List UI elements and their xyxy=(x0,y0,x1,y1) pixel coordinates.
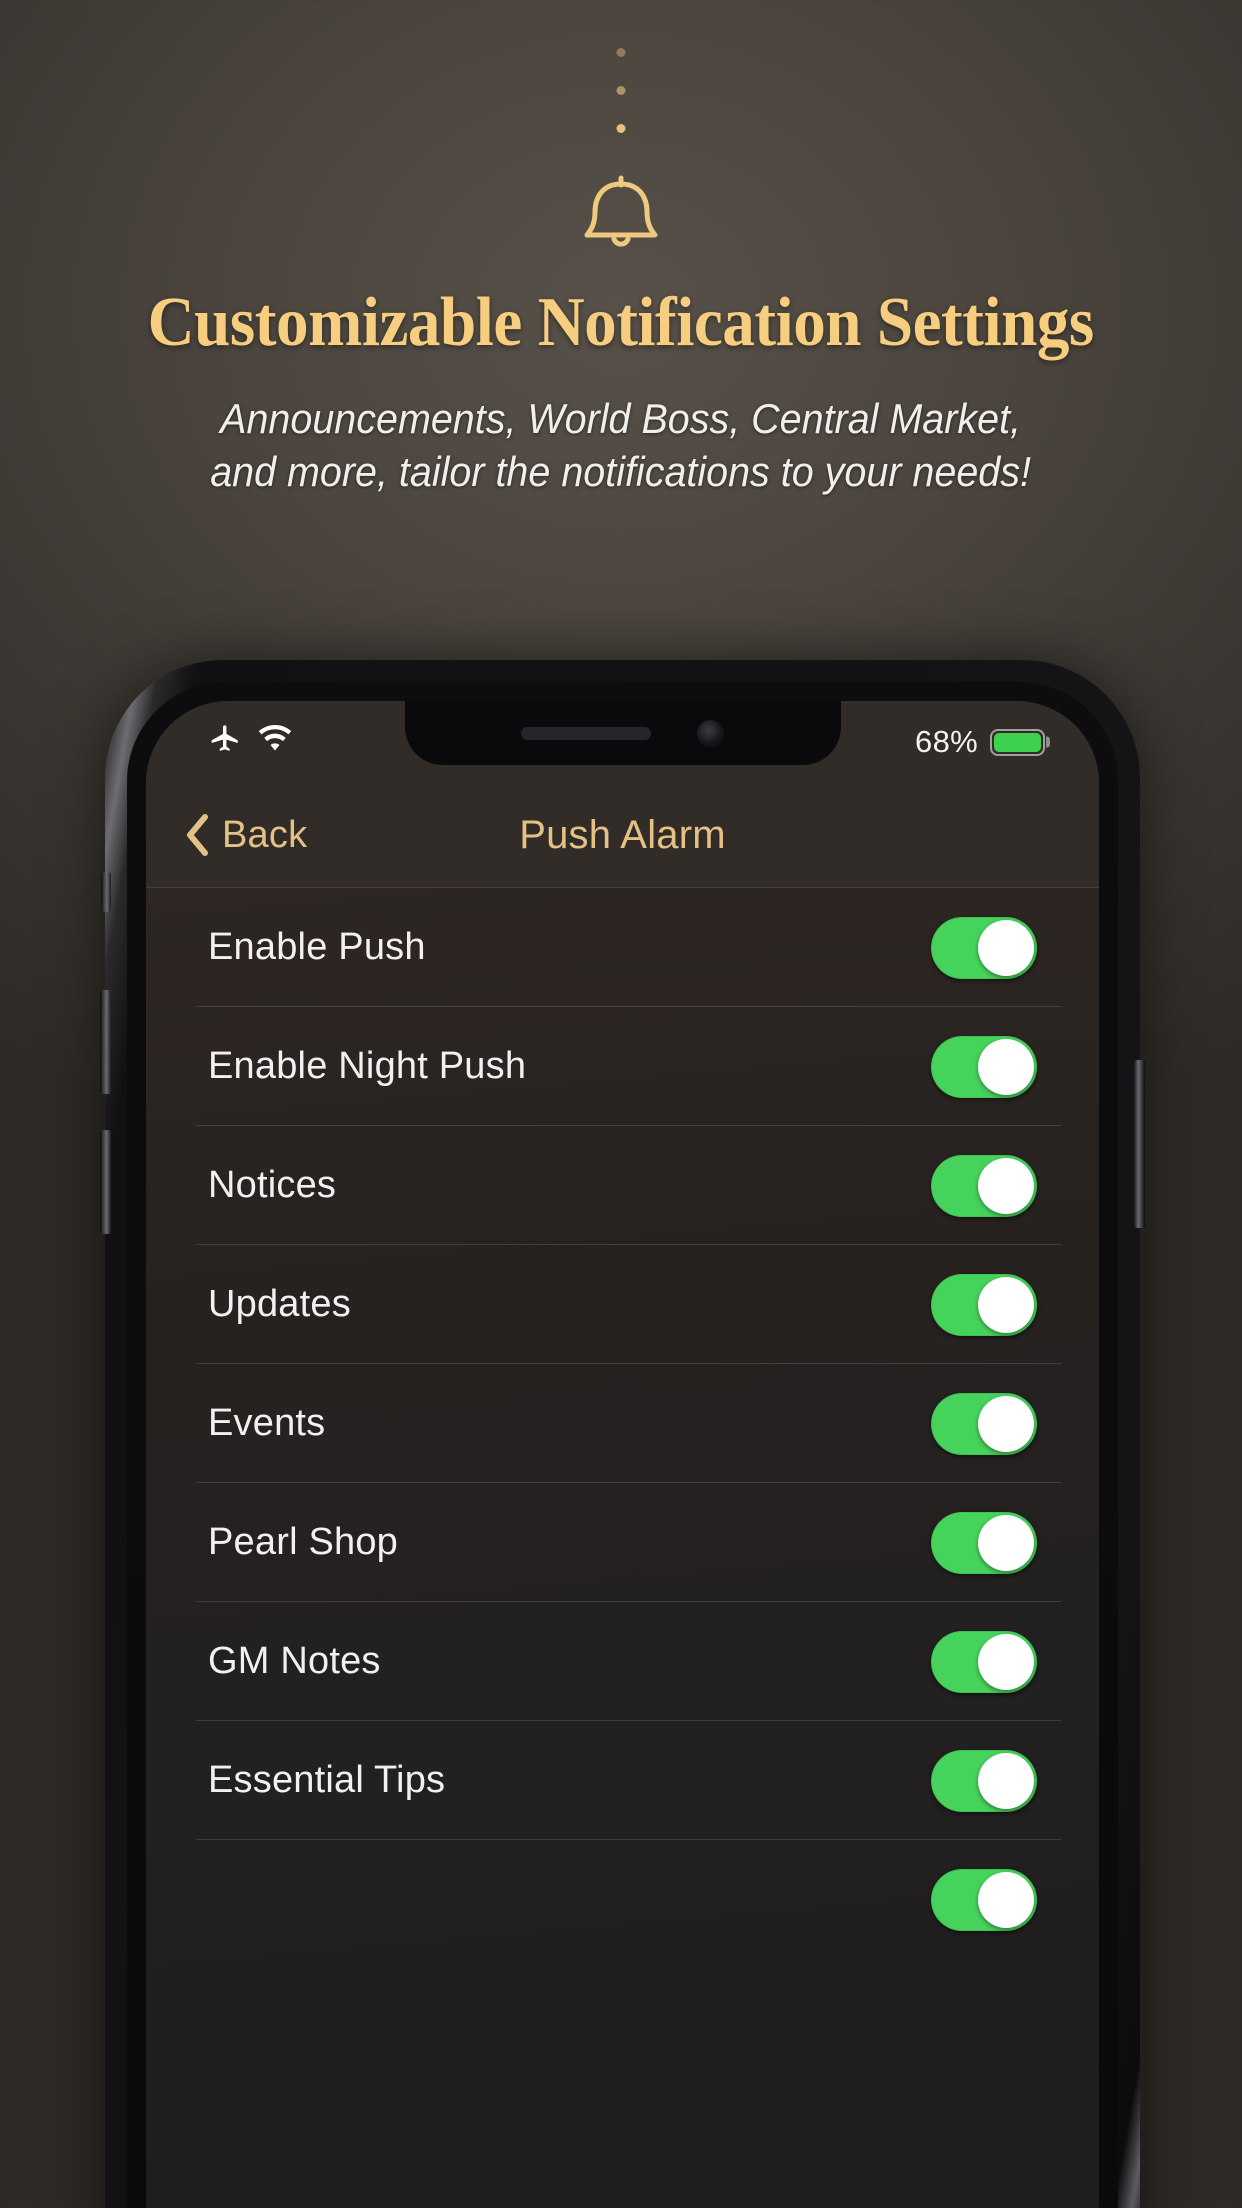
toggle-knob xyxy=(978,1752,1034,1809)
bell-ring-dots xyxy=(614,48,628,158)
status-bar-right: 68% xyxy=(915,724,1045,760)
setting-label: Enable Night Push xyxy=(208,1045,527,1087)
toggle-knob xyxy=(978,1395,1034,1452)
promo-header: Customizable Notification Settings Annou… xyxy=(0,0,1242,620)
setting-label: Events xyxy=(208,1402,326,1444)
setting-toggle-notices[interactable] xyxy=(931,1154,1037,1217)
status-bar-left xyxy=(208,723,293,762)
page-title: Customizable Notification Settings xyxy=(147,284,1095,361)
setting-toggle-pearl-shop[interactable] xyxy=(931,1511,1037,1574)
phone-volume-down-button[interactable] xyxy=(100,1130,111,1234)
table-row[interactable] xyxy=(146,1840,1099,1959)
table-row[interactable]: Essential Tips xyxy=(146,1721,1099,1840)
toggle-knob xyxy=(978,1038,1034,1095)
status-bar: 68% xyxy=(146,701,1099,783)
table-row[interactable]: Updates xyxy=(146,1245,1099,1364)
subtitle-line-1: Announcements, World Boss, Central Marke… xyxy=(220,395,1022,442)
back-button[interactable]: Back xyxy=(184,813,307,857)
setting-label: Pearl Shop xyxy=(208,1521,399,1563)
toggle-knob xyxy=(978,1871,1034,1928)
table-row[interactable]: Notices xyxy=(146,1126,1099,1245)
toggle-knob xyxy=(978,919,1034,976)
setting-toggle-essential-tips[interactable] xyxy=(931,1749,1037,1812)
phone-bezel: 68% Back Push Alarm Enable Push Enable N… xyxy=(127,682,1118,2208)
table-row[interactable]: Enable Night Push xyxy=(146,1007,1099,1126)
battery-icon xyxy=(990,728,1045,756)
table-row[interactable]: GM Notes xyxy=(146,1602,1099,1721)
setting-label: Updates xyxy=(208,1283,351,1325)
toggle-knob xyxy=(978,1276,1034,1333)
setting-toggle-enable-push[interactable] xyxy=(931,916,1037,979)
table-row[interactable]: Events xyxy=(146,1364,1099,1483)
settings-list: Enable Push Enable Night Push Notices Up… xyxy=(146,888,1099,2208)
bell-icon xyxy=(561,172,681,254)
ring-dot-1 xyxy=(616,48,626,57)
setting-toggle-updates[interactable] xyxy=(931,1273,1037,1336)
phone-notch xyxy=(404,701,841,765)
back-button-label: Back xyxy=(222,813,308,856)
nav-title: Push Alarm xyxy=(519,812,726,857)
toggle-knob xyxy=(978,1633,1034,1690)
setting-label: Essential Tips xyxy=(208,1759,446,1801)
page-subtitle: Announcements, World Boss, Central Marke… xyxy=(211,392,1032,499)
toggle-knob xyxy=(978,1157,1034,1214)
setting-toggle-partial[interactable] xyxy=(931,1868,1037,1931)
setting-label: GM Notes xyxy=(208,1640,381,1682)
toggle-knob xyxy=(978,1514,1034,1571)
battery-percent-label: 68% xyxy=(915,724,978,759)
battery-fill xyxy=(994,732,1041,752)
phone-mockup: 68% Back Push Alarm Enable Push Enable N… xyxy=(100,660,1145,2208)
phone-volume-up-button[interactable] xyxy=(100,990,111,1094)
earpiece-speaker xyxy=(521,726,651,740)
setting-label: Enable Push xyxy=(208,926,426,968)
phone-mute-switch[interactable] xyxy=(101,872,111,912)
setting-toggle-events[interactable] xyxy=(931,1392,1037,1455)
chevron-left-icon xyxy=(184,813,210,857)
table-row[interactable]: Pearl Shop xyxy=(146,1483,1099,1602)
phone-power-button[interactable] xyxy=(1134,1060,1145,1228)
ring-dot-3 xyxy=(616,124,626,133)
table-row[interactable]: Enable Push xyxy=(146,888,1099,1007)
phone-screen: 68% Back Push Alarm Enable Push Enable N… xyxy=(146,701,1099,2208)
setting-label: Notices xyxy=(208,1164,337,1206)
subtitle-line-2: and more, tailor the notifications to yo… xyxy=(210,448,1032,496)
wifi-icon xyxy=(257,724,293,760)
ring-dot-2 xyxy=(616,86,626,95)
setting-toggle-gm-notes[interactable] xyxy=(931,1630,1037,1693)
setting-toggle-enable-night-push[interactable] xyxy=(931,1035,1037,1098)
nav-bar: Back Push Alarm xyxy=(146,783,1099,888)
airplane-mode-icon xyxy=(208,723,242,762)
front-camera-icon xyxy=(697,719,724,747)
